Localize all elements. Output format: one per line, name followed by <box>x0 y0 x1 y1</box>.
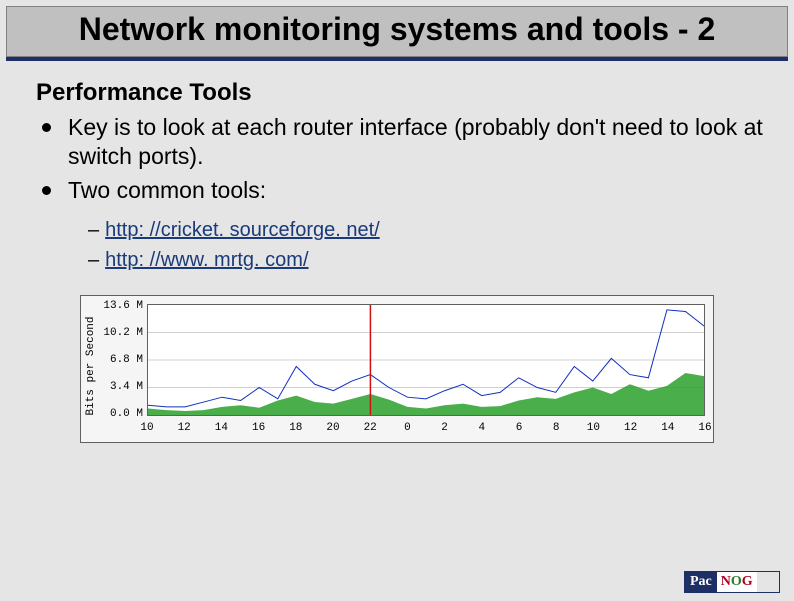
sublink-item: –http: //cricket. sourceforge. net/ <box>88 215 768 245</box>
logo-right: NOG <box>717 572 757 592</box>
link-mrtg[interactable]: http: //www. mrtg. com/ <box>105 249 308 271</box>
traffic-chart: Bits per Second 13.6 M 10.2 M 6.8 M 3.4 … <box>80 295 714 443</box>
chart-xticks: 101214161820220246810121416 <box>147 422 705 438</box>
chart-ylabel: Bits per Second <box>81 296 101 442</box>
content-area: Performance Tools Key is to look at each… <box>0 79 794 443</box>
sublink-item: –http: //www. mrtg. com/ <box>88 245 768 275</box>
section-heading: Performance Tools <box>36 79 768 107</box>
slide-title-bar: Network monitoring systems and tools - 2 <box>6 6 788 57</box>
link-cricket[interactable]: http: //cricket. sourceforge. net/ <box>105 219 380 241</box>
logo-left: Pac <box>685 572 717 592</box>
slide-title: Network monitoring systems and tools - 2 <box>17 11 777 48</box>
bullet-item: Two common tools: <box>40 176 768 205</box>
title-divider <box>6 57 788 61</box>
sublink-list: –http: //cricket. sourceforge. net/ –htt… <box>88 215 768 275</box>
chart-svg <box>148 305 704 415</box>
chart-yticks: 13.6 M 10.2 M 6.8 M 3.4 M 0.0 M <box>101 296 147 442</box>
chart-plot-area <box>147 304 705 416</box>
bullet-list: Key is to look at each router interface … <box>40 113 768 205</box>
bullet-item: Key is to look at each router interface … <box>40 113 768 172</box>
pacnog-logo: Pac NOG <box>684 571 780 593</box>
